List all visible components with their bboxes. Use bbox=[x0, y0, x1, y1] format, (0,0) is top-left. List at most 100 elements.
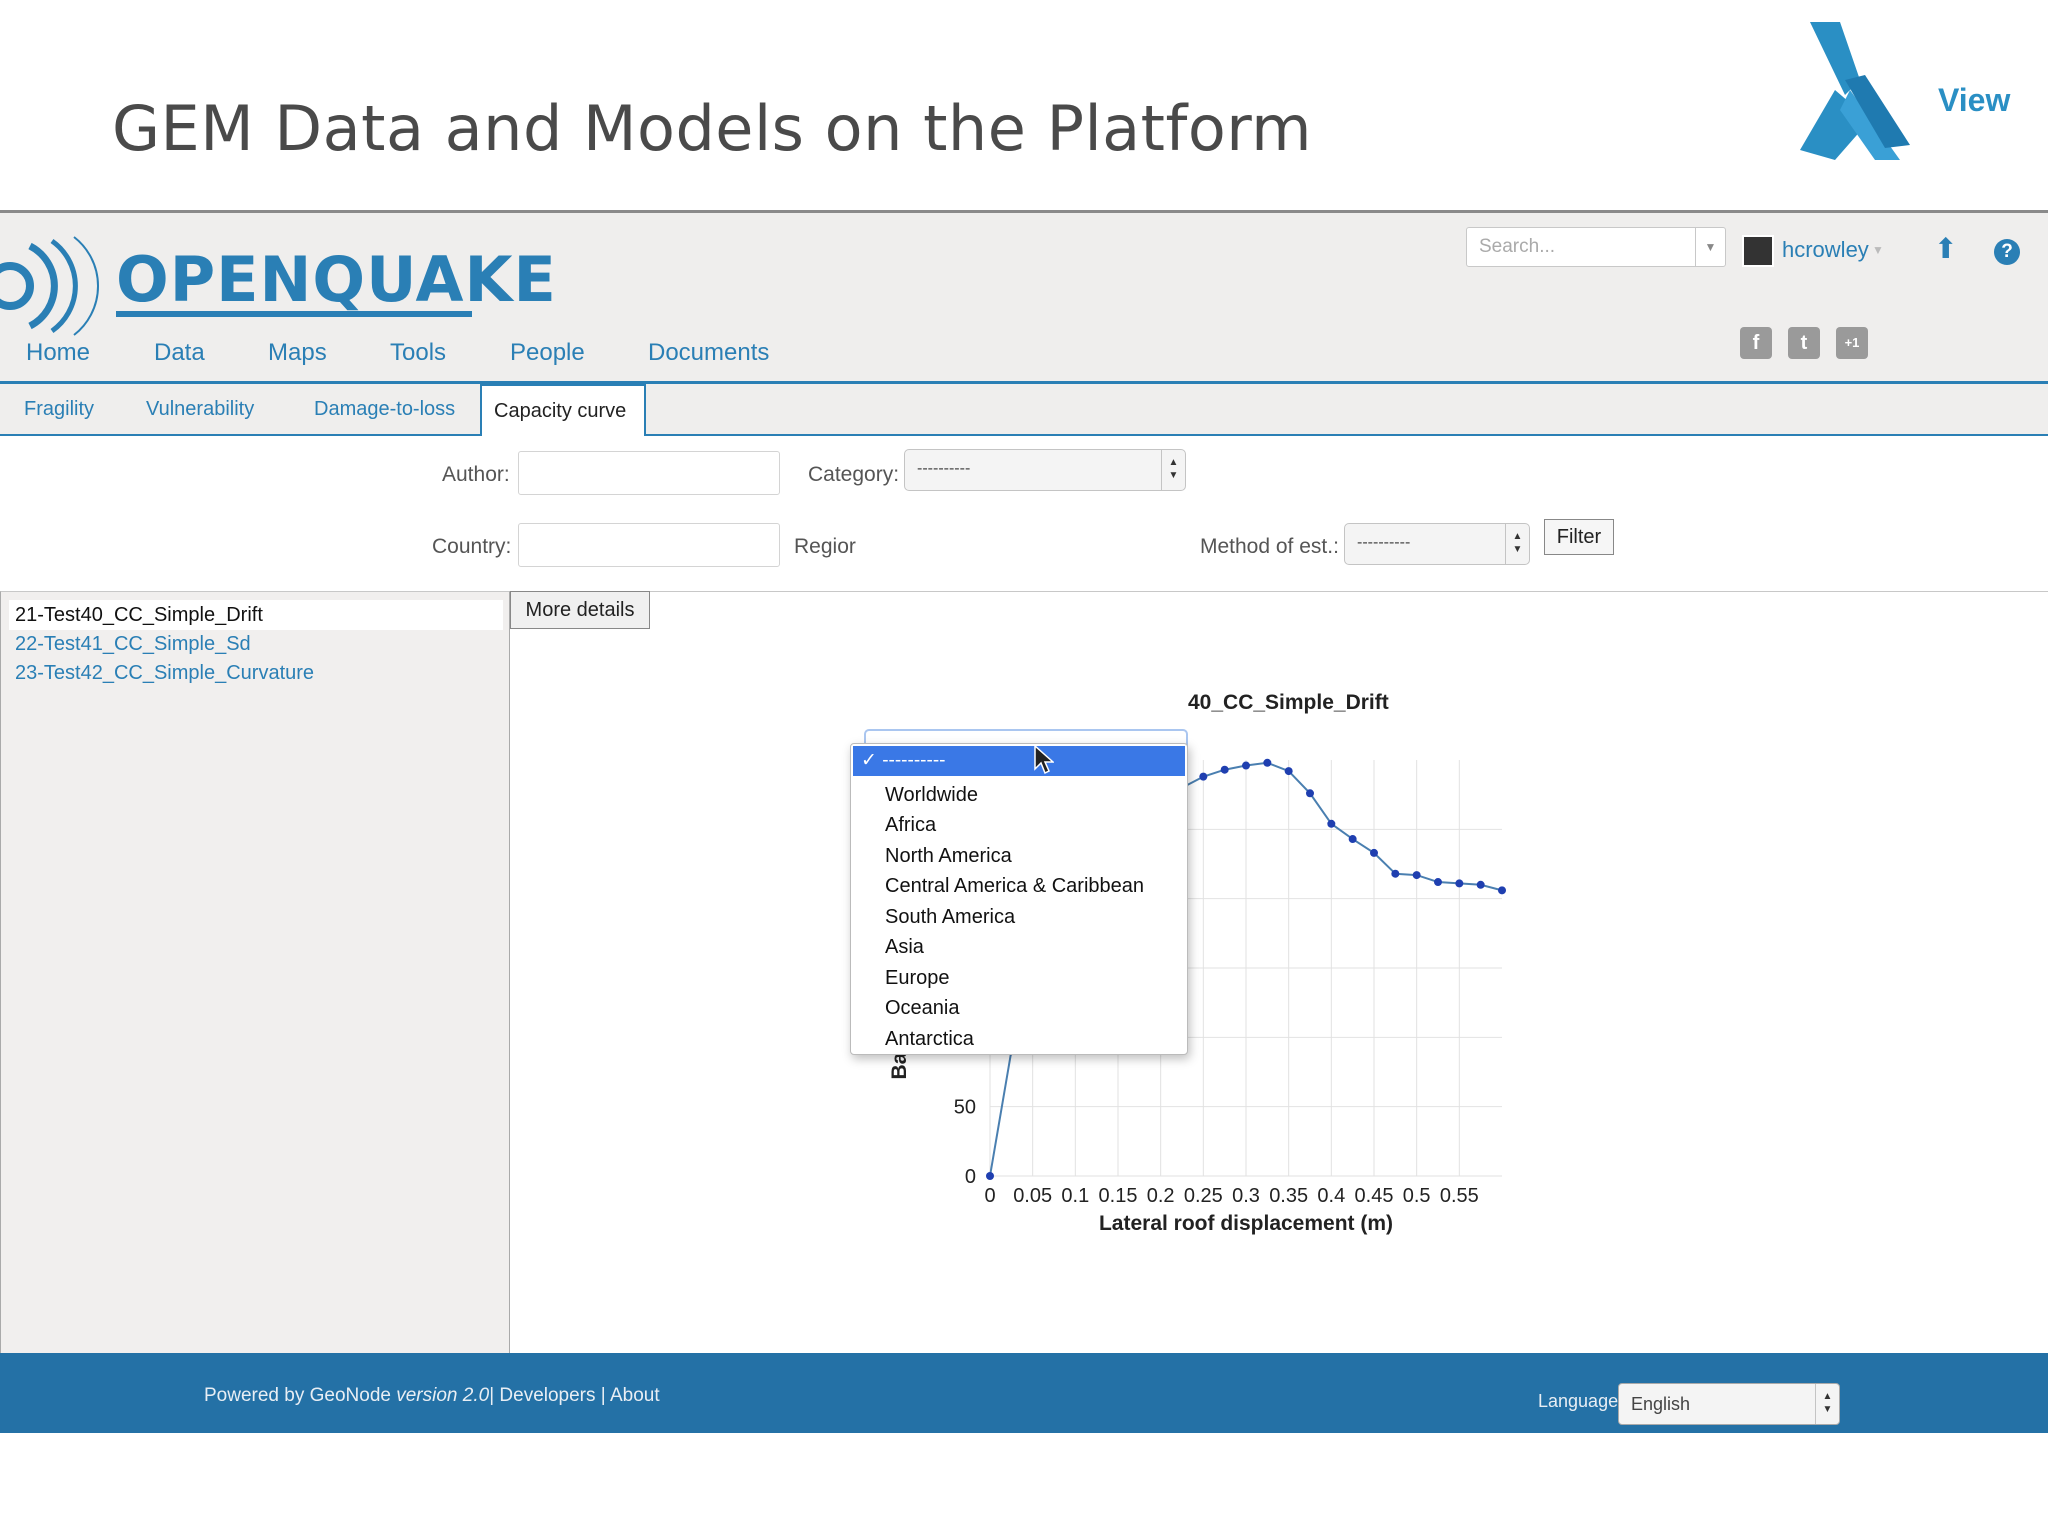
help-icon[interactable]: ? bbox=[1994, 239, 2020, 265]
category-label: Category: bbox=[808, 463, 900, 486]
select-arrows-icon: ▲ ▼ bbox=[1505, 524, 1529, 564]
x-tick-label: 0.2 bbox=[1147, 1185, 1175, 1207]
y-tick-label: 0 bbox=[965, 1166, 976, 1188]
region-option-africa[interactable]: Africa bbox=[885, 814, 936, 837]
search-placeholder: Search... bbox=[1479, 236, 1556, 257]
region-label: Regior bbox=[794, 535, 856, 558]
slide: GEM Data and Models on the Platform View… bbox=[0, 0, 2048, 1536]
data-point bbox=[1412, 871, 1421, 880]
x-tick-label: 0.55 bbox=[1440, 1185, 1479, 1207]
country-label: Country: bbox=[432, 535, 512, 558]
list-item[interactable]: 23-Test42_CC_Simple_Curvature bbox=[15, 662, 314, 685]
nav-home[interactable]: Home bbox=[26, 339, 90, 367]
author-label: Author: bbox=[442, 463, 510, 486]
region-option-antarctica[interactable]: Antarctica bbox=[885, 1028, 974, 1051]
x-tick-label: 0 bbox=[984, 1185, 995, 1207]
more-details-button[interactable]: More details bbox=[510, 591, 650, 629]
language-select[interactable]: English ▲ ▼ bbox=[1618, 1383, 1840, 1425]
data-point bbox=[1242, 761, 1250, 770]
brand-view-text: View bbox=[1938, 82, 2011, 118]
region-option-oceania[interactable]: Oceania bbox=[885, 997, 960, 1020]
chart-title: 40_CC_Simple_Drift bbox=[1188, 691, 1389, 714]
region-option-asia[interactable]: Asia bbox=[885, 936, 924, 959]
search-input[interactable]: Search... ▼ bbox=[1466, 227, 1726, 267]
slide-title: GEM Data and Models on the Platform bbox=[112, 92, 1313, 165]
x-tick-label: 0.05 bbox=[1013, 1185, 1052, 1207]
facebook-icon[interactable]: f bbox=[1740, 327, 1772, 359]
data-point bbox=[1306, 789, 1314, 798]
footer-text: Powered by GeoNode version 2.0| Develope… bbox=[204, 1385, 660, 1407]
x-tick-label: 0.1 bbox=[1061, 1185, 1089, 1207]
region-dropdown-menu: ✓ ---------- Worldwide Africa North Amer… bbox=[850, 743, 1188, 1055]
select-arrows-icon: ▲ ▼ bbox=[1161, 450, 1185, 490]
author-input[interactable] bbox=[518, 451, 780, 495]
results-list: 21-Test40_CC_Simple_Drift 22-Test41_CC_S… bbox=[0, 591, 510, 1353]
detail-panel: 0 0.05 0.1 0.15 0.2 0.25 0.3 0.35 0.4 0.45 0.5 0.55… bbox=[510, 591, 2048, 1353]
y-tick-label: 50 bbox=[954, 1097, 976, 1119]
checkmark-icon: ✓ bbox=[861, 750, 883, 771]
mouse-cursor-icon bbox=[1034, 745, 1054, 775]
footer-links[interactable]: | Developers | About bbox=[489, 1385, 659, 1406]
nav-documents[interactable]: Documents bbox=[648, 339, 769, 367]
data-point bbox=[1199, 772, 1208, 781]
data-point bbox=[986, 1172, 994, 1180]
region-option-selected[interactable]: ✓ ---------- bbox=[853, 746, 1185, 776]
nav-data[interactable]: Data bbox=[154, 339, 205, 367]
google-plus-icon[interactable]: +1 bbox=[1836, 327, 1868, 359]
search-dropdown-icon[interactable]: ▼ bbox=[1695, 228, 1725, 266]
data-point bbox=[1220, 765, 1229, 774]
model-subtabs: Fragility Vulnerability Damage-to-loss C… bbox=[0, 384, 2048, 438]
capacity-curve-chart: 0 0.05 0.1 0.15 0.2 0.25 0.3 0.35 0.4 0.45 0.5 0.55… bbox=[888, 691, 1506, 1235]
list-item[interactable]: 22-Test41_CC_Simple_Sd bbox=[15, 633, 251, 656]
data-point bbox=[1370, 848, 1378, 857]
avatar[interactable] bbox=[1742, 235, 1774, 267]
tab-vulnerability[interactable]: Vulnerability bbox=[146, 398, 254, 421]
openquake-rings-icon bbox=[0, 236, 100, 336]
x-tick-label: 0.45 bbox=[1355, 1185, 1394, 1207]
language-label: Language bbox=[1538, 1391, 1619, 1411]
nav-people[interactable]: People bbox=[510, 339, 585, 367]
logo-underline bbox=[116, 311, 472, 317]
region-option-south-america[interactable]: South America bbox=[885, 906, 1015, 929]
data-point bbox=[1348, 835, 1357, 844]
nav-tools[interactable]: Tools bbox=[390, 339, 446, 367]
tab-fragility[interactable]: Fragility bbox=[24, 398, 94, 421]
language-value: English bbox=[1631, 1394, 1691, 1414]
upload-icon[interactable]: ⬆ bbox=[1934, 235, 1962, 263]
region-option-north-america[interactable]: North America bbox=[885, 845, 1012, 868]
region-option-central-america[interactable]: Central America & Caribbean bbox=[885, 875, 1144, 898]
filter-button[interactable]: Filter bbox=[1544, 519, 1614, 555]
username-link[interactable]: hcrowley bbox=[1782, 237, 1869, 263]
tab-damage-to-loss[interactable]: Damage-to-loss bbox=[314, 398, 455, 421]
data-point bbox=[1263, 758, 1272, 767]
data-point bbox=[1498, 886, 1506, 895]
app-footer: Powered by GeoNode version 2.0| Develope… bbox=[0, 1353, 2048, 1433]
category-value: ---------- bbox=[917, 460, 971, 477]
method-select[interactable]: ---------- ▲ ▼ bbox=[1344, 523, 1530, 565]
x-tick-label: 0.3 bbox=[1232, 1185, 1260, 1207]
xview-logo-icon bbox=[1800, 22, 1910, 160]
region-option-worldwide[interactable]: Worldwide bbox=[885, 784, 978, 807]
x-tick-label: 0.15 bbox=[1099, 1185, 1138, 1207]
region-option-selected-label: ---------- bbox=[882, 750, 946, 771]
tab-capacity-curve[interactable]: Capacity curve bbox=[480, 384, 646, 438]
method-label: Method of est.: bbox=[1200, 535, 1339, 558]
data-point bbox=[1455, 879, 1464, 888]
openquake-app-window: OPENQUAKE Search... ▼ hcrowley ▼ ⬆ ? f t… bbox=[0, 210, 2048, 1433]
x-tick-label: 0.25 bbox=[1184, 1185, 1223, 1207]
method-value: ---------- bbox=[1357, 534, 1411, 551]
powered-by-text: Powered by GeoNode bbox=[204, 1385, 397, 1406]
category-select[interactable]: ---------- ▲ ▼ bbox=[904, 449, 1186, 491]
nav-maps[interactable]: Maps bbox=[268, 339, 327, 367]
app-header: OPENQUAKE Search... ▼ hcrowley ▼ ⬆ ? f t… bbox=[0, 213, 2048, 381]
data-point bbox=[1327, 819, 1336, 828]
twitter-icon[interactable]: t bbox=[1788, 327, 1820, 359]
region-option-europe[interactable]: Europe bbox=[885, 967, 950, 990]
list-item[interactable]: 21-Test40_CC_Simple_Drift bbox=[15, 604, 263, 627]
data-point bbox=[1476, 880, 1485, 889]
country-input[interactable] bbox=[518, 523, 780, 567]
x-tick-label: 0.5 bbox=[1403, 1185, 1431, 1207]
data-point bbox=[1434, 878, 1442, 887]
data-point bbox=[1284, 767, 1293, 776]
chevron-down-icon[interactable]: ▼ bbox=[1872, 243, 1884, 257]
